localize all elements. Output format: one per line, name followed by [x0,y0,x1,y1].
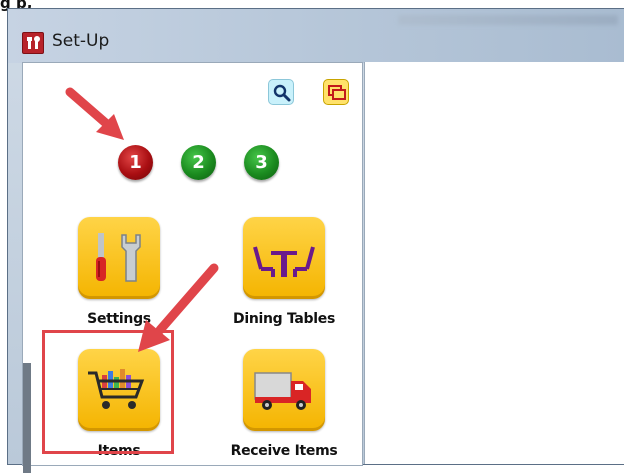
arrow-to-page-1 [65,87,124,140]
annotation-arrows [65,87,219,352]
arrow-to-items [138,263,219,352]
